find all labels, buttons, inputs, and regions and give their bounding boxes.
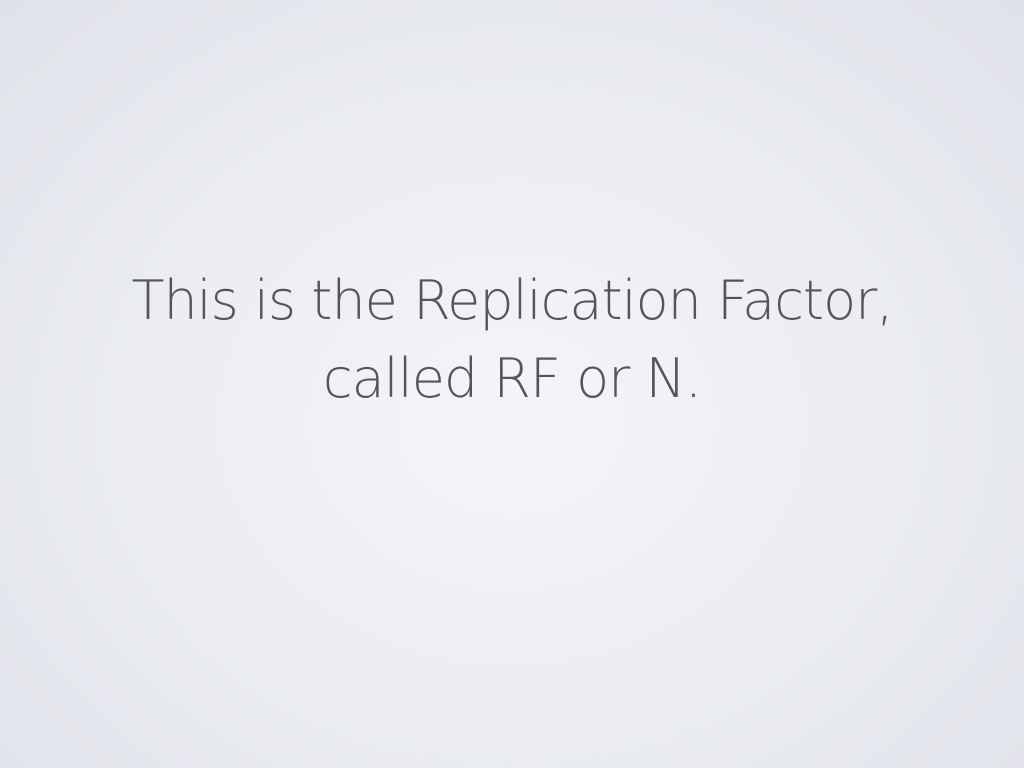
title-line-1: This is the Replication Factor,	[131, 269, 893, 332]
slide-title: This is the Replication Factor, called R…	[0, 262, 1024, 418]
slide: This is the Replication Factor, called R…	[0, 0, 1024, 768]
title-line-2: called RF or N.	[322, 347, 702, 410]
